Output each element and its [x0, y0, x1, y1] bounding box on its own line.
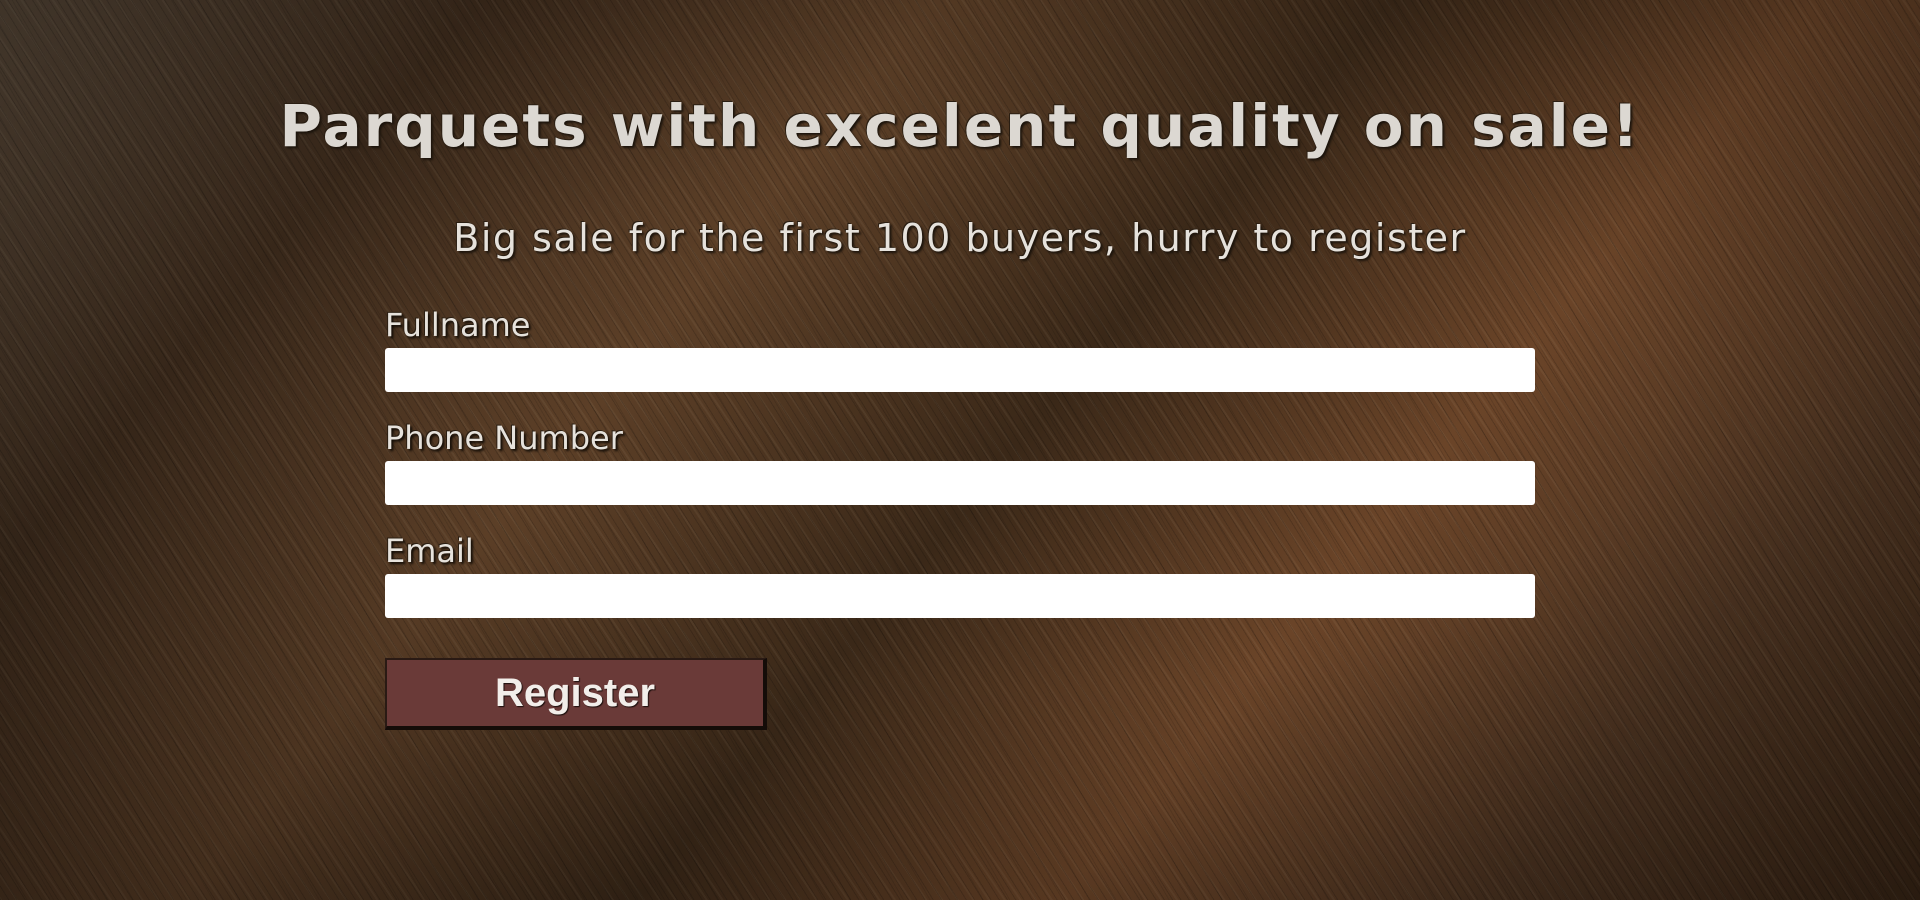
email-field-group: Email — [385, 531, 1535, 618]
email-input[interactable] — [385, 574, 1535, 618]
fullname-field-group: Fullname — [385, 305, 1535, 392]
phone-number-input[interactable] — [385, 461, 1535, 505]
phone-number-label: Phone Number — [385, 419, 623, 457]
page-title: Parquets with excelent quality on sale! — [279, 92, 1641, 160]
register-button[interactable]: Register — [385, 658, 767, 730]
page-subtitle: Big sale for the first 100 buyers, hurry… — [453, 216, 1467, 260]
email-label: Email — [385, 532, 474, 570]
registration-form: Fullname Phone Number Email Register — [385, 305, 1535, 730]
page: { "header": { "title": "Parquets with ex… — [0, 0, 1920, 900]
fullname-input[interactable] — [385, 348, 1535, 392]
fullname-label: Fullname — [385, 306, 531, 344]
phone-field-group: Phone Number — [385, 418, 1535, 505]
